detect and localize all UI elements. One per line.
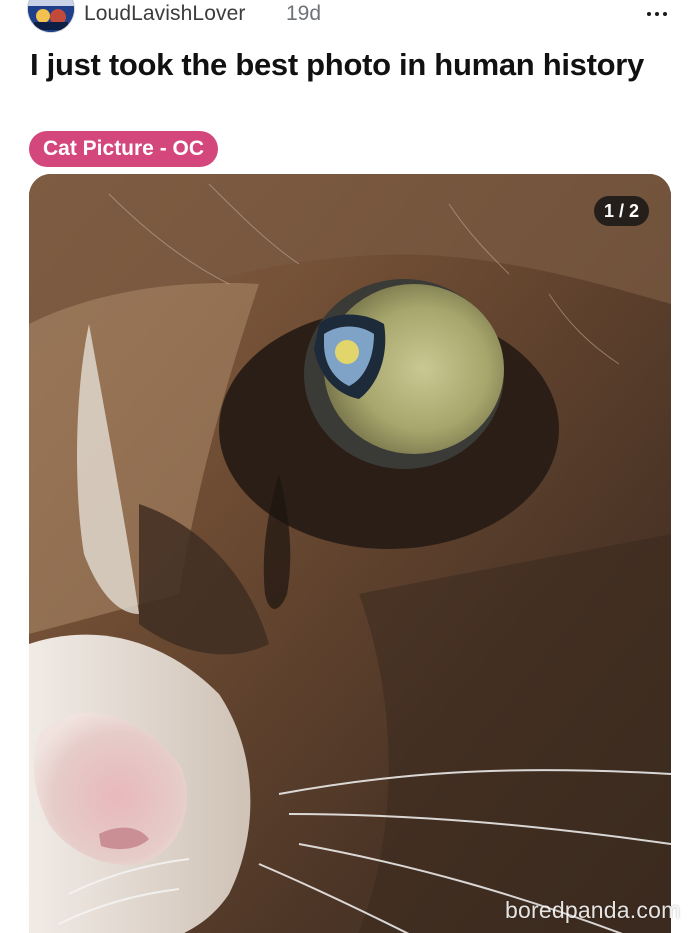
post-title[interactable]: I just took the best photo in human hist… <box>30 46 650 84</box>
author-avatar[interactable] <box>28 0 74 32</box>
post-media-carousel[interactable]: 1 / 2 <box>29 174 671 933</box>
post-flair[interactable]: Cat Picture - OC <box>29 131 219 167</box>
media-counter: 1 / 2 <box>593 196 649 226</box>
cat-eye-photo <box>29 174 671 933</box>
more-horizontal-icon <box>647 12 667 16</box>
post-timestamp: 19d <box>286 2 322 25</box>
avatar-image <box>28 0 74 32</box>
post-page: LoudLavishLover 19d I just took the best… <box>0 0 700 933</box>
author-username[interactable]: LoudLavishLover <box>84 2 245 26</box>
watermark-text: boredpanda.com <box>505 897 681 923</box>
post-header: LoudLavishLover 19d <box>0 0 700 34</box>
more-options-button[interactable] <box>640 0 674 28</box>
